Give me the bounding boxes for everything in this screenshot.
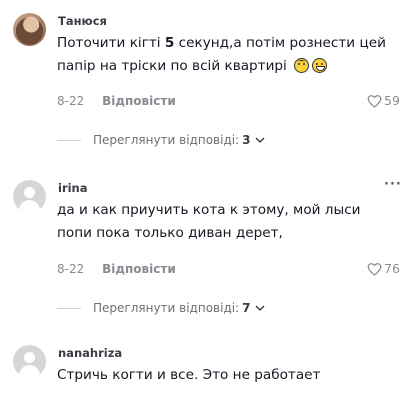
comment-item: nanahriza Стричь когти и все. Это не раб… (0, 345, 409, 405)
default-avatar-head (24, 352, 35, 363)
comment-text: Поточити кігті 5 секунд,а потім рознести… (57, 35, 386, 74)
comment-item: Танюся Поточити кігті 5 секунд,а потім р… (0, 13, 409, 147)
grinning-face-emoji (312, 58, 328, 73)
like-button[interactable]: 76 (367, 261, 400, 276)
comment-list: Танюся Поточити кігті 5 секунд,а потім р… (0, 0, 409, 405)
divider-line (57, 139, 81, 141)
reply-button[interactable]: Відповісти (102, 94, 176, 108)
comment-username[interactable]: irina (58, 181, 88, 195)
heart-icon (367, 94, 382, 108)
comment-username[interactable]: nanahriza (58, 346, 122, 360)
avatar[interactable] (13, 345, 46, 378)
upside-down-face-emoji (294, 58, 310, 73)
comment-date: 8-22 (57, 262, 85, 276)
more-options-icon[interactable]: ··· (384, 178, 402, 191)
view-replies-button[interactable]: Переглянути відповіді: 3 (57, 133, 266, 147)
comment-meta: 8-22 Відповісти (57, 262, 176, 276)
comment-item: irina ··· да и как приучить кота к этому… (0, 178, 409, 320)
default-avatar-head (24, 187, 35, 198)
like-count: 76 (384, 261, 400, 276)
heart-icon (367, 262, 382, 276)
default-avatar-shoulders (19, 200, 40, 213)
avatar[interactable] (13, 13, 46, 46)
reply-button[interactable]: Відповісти (102, 262, 176, 276)
comment-username[interactable]: Танюся (58, 14, 107, 28)
like-count: 59 (384, 93, 400, 108)
chevron-down-icon (255, 305, 266, 312)
like-button[interactable]: 59 (367, 93, 400, 108)
default-avatar-shoulders (19, 365, 40, 378)
comment-text: Стричь когти и все. Это не работает (57, 367, 321, 383)
view-replies-button[interactable]: Переглянути відповіді: 7 (57, 301, 266, 315)
divider-line (57, 307, 81, 309)
comment-text: да и как приучить кота к этому, мой лыси… (57, 202, 361, 241)
chevron-down-icon (255, 137, 266, 144)
comment-meta: 8-22 Відповісти (57, 94, 176, 108)
avatar[interactable] (13, 180, 46, 213)
comment-date: 8-22 (57, 94, 85, 108)
